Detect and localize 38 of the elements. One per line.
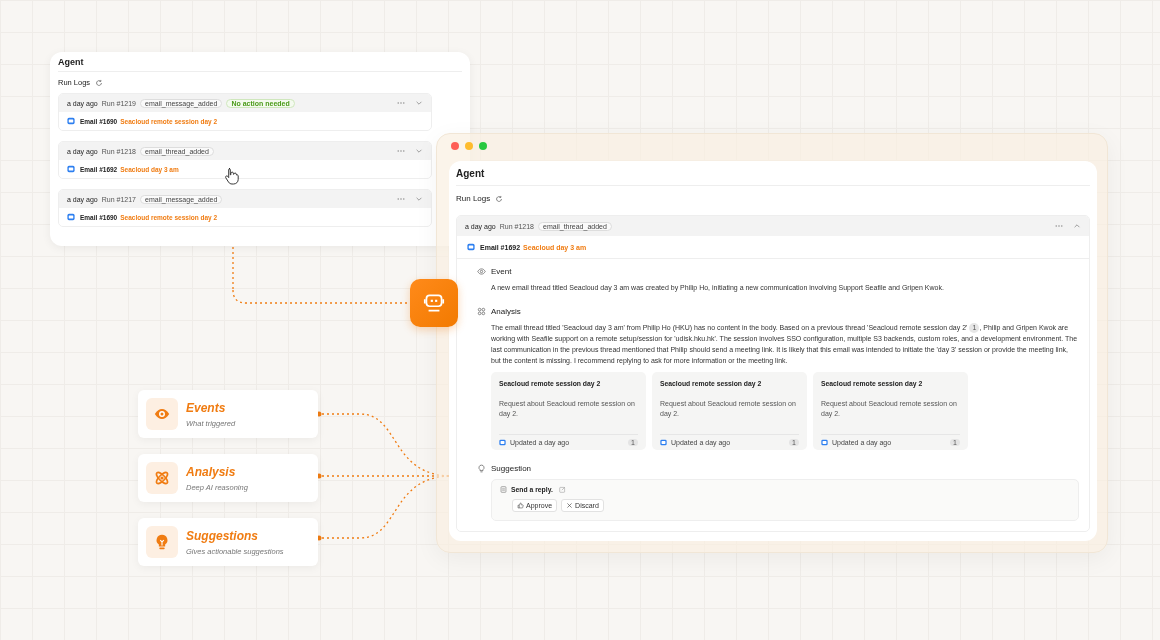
document-icon bbox=[500, 486, 507, 494]
close-button[interactable] bbox=[451, 142, 459, 150]
more-icon[interactable] bbox=[1055, 224, 1063, 228]
feature-title: Suggestions bbox=[186, 528, 259, 543]
feature-title: Analysis bbox=[186, 464, 237, 479]
section-heading: Analysis bbox=[491, 307, 521, 316]
refresh-icon[interactable] bbox=[495, 194, 504, 203]
refresh-icon[interactable] bbox=[95, 78, 104, 87]
close-icon bbox=[566, 502, 574, 510]
thumbs-up-icon bbox=[517, 502, 524, 510]
maximize-button[interactable] bbox=[479, 142, 487, 150]
window-title: Agent bbox=[456, 165, 1090, 186]
feature-title: Events bbox=[186, 400, 227, 415]
mail-icon bbox=[467, 243, 475, 251]
chevron-icon[interactable] bbox=[415, 99, 423, 107]
section-heading: Event bbox=[491, 267, 512, 276]
section-heading: Suggestion bbox=[491, 464, 532, 474]
edit-icon[interactable] bbox=[558, 486, 566, 494]
eye-icon bbox=[477, 267, 486, 276]
chevron-icon[interactable] bbox=[415, 195, 423, 203]
atom-icon bbox=[153, 469, 171, 487]
mail-icon bbox=[67, 165, 75, 173]
mail-icon bbox=[660, 439, 667, 447]
more-icon[interactable] bbox=[397, 101, 405, 105]
section-title: Run Logs bbox=[456, 194, 491, 203]
mail-icon bbox=[499, 439, 506, 447]
mail-icon bbox=[821, 439, 828, 447]
hand-cursor-icon bbox=[224, 167, 240, 185]
mail-icon bbox=[67, 117, 75, 125]
grid-icon bbox=[477, 307, 486, 316]
minimize-button[interactable] bbox=[465, 142, 473, 150]
mail-icon bbox=[67, 213, 75, 221]
more-icon[interactable] bbox=[397, 149, 405, 153]
chevron-icon[interactable] bbox=[1073, 222, 1081, 230]
window-title: Agent bbox=[58, 57, 462, 72]
lightbulb-icon bbox=[477, 464, 486, 474]
more-icon[interactable] bbox=[397, 197, 405, 201]
chevron-icon[interactable] bbox=[415, 147, 423, 155]
